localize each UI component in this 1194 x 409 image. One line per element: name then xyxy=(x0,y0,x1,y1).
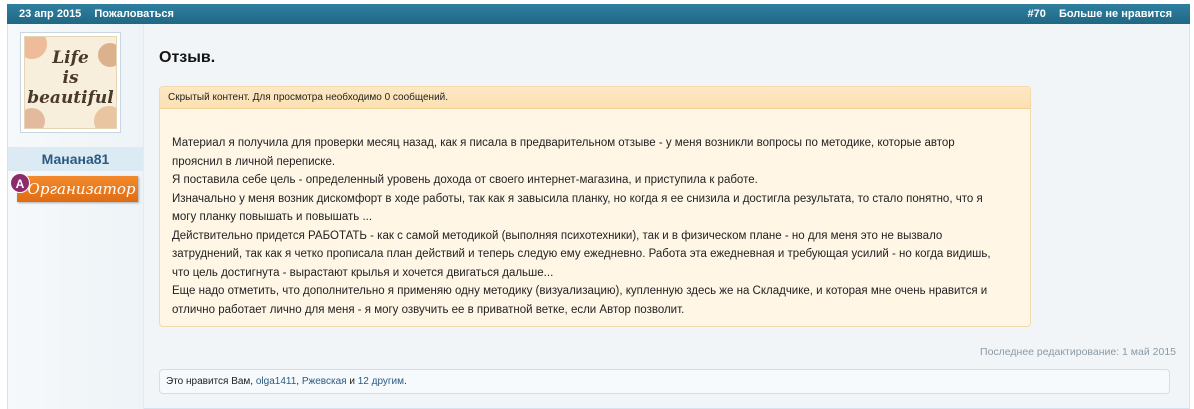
likes-prefix: Это нравится Вам, xyxy=(166,376,254,387)
likes-others-link[interactable]: 12 другим xyxy=(358,376,404,387)
user-role: А Организатор xyxy=(8,173,143,205)
hidden-content-notice: Скрытый контент. Для просмотра необходим… xyxy=(160,87,1030,109)
post-header-bar: 23 апр 2015 Пожаловаться #70 Больше не н… xyxy=(7,4,1190,24)
username-link[interactable]: Манана81 xyxy=(42,151,110,167)
unlike-link[interactable]: Больше не нравится xyxy=(1059,8,1172,20)
avatar-line-2: is xyxy=(62,68,79,88)
username-box: Манана81 xyxy=(8,147,143,171)
post-paragraph: Еще надо отметить, что дополнительно я п… xyxy=(172,285,988,316)
role-badge: Организатор xyxy=(17,176,138,202)
post-date[interactable]: 23 апр 2015 xyxy=(19,8,81,20)
avatar-line-1: Life xyxy=(52,48,89,68)
likes-end: . xyxy=(404,376,407,387)
avatar-image: Life is beautiful xyxy=(24,36,117,129)
report-link[interactable]: Пожаловаться xyxy=(94,8,174,20)
hidden-content-box: Скрытый контент. Для просмотра необходим… xyxy=(159,86,1031,327)
post-paragraph: Изначально у меня возник дискомфорт в хо… xyxy=(172,192,983,224)
avatar[interactable]: Life is beautiful xyxy=(20,32,121,133)
post-number-link[interactable]: #70 xyxy=(1028,8,1046,20)
user-info-pane: Life is beautiful Манана81 А Организатор xyxy=(8,24,144,409)
post-content: Отзыв. Скрытый контент. Для просмотра не… xyxy=(158,24,1189,408)
post-container: Life is beautiful Манана81 А Организатор… xyxy=(7,24,1190,409)
likes-separator: , xyxy=(296,376,300,387)
likes-summary: Это нравится Вам, olga1411, Ржевская и 1… xyxy=(159,369,1170,394)
avatar-line-3: beautiful xyxy=(27,88,114,108)
liker-link-1[interactable]: olga1411 xyxy=(256,376,296,387)
last-edited: Последнее редактирование: 1 май 2015 xyxy=(980,346,1176,358)
post-body: Материал я получила для проверки месяц н… xyxy=(160,109,1020,319)
post-paragraph: Я поставила себе цель - определенный уро… xyxy=(172,174,758,186)
likes-and: и xyxy=(349,376,355,387)
liker-link-2[interactable]: Ржевская xyxy=(302,376,347,387)
post-paragraph: Материал я получила для проверки месяц н… xyxy=(172,137,955,168)
role-letter-badge: А xyxy=(10,173,30,193)
post-paragraph: Действительно придется РАБОТАТЬ - как с … xyxy=(172,229,991,279)
post-title: Отзыв. xyxy=(159,49,216,66)
